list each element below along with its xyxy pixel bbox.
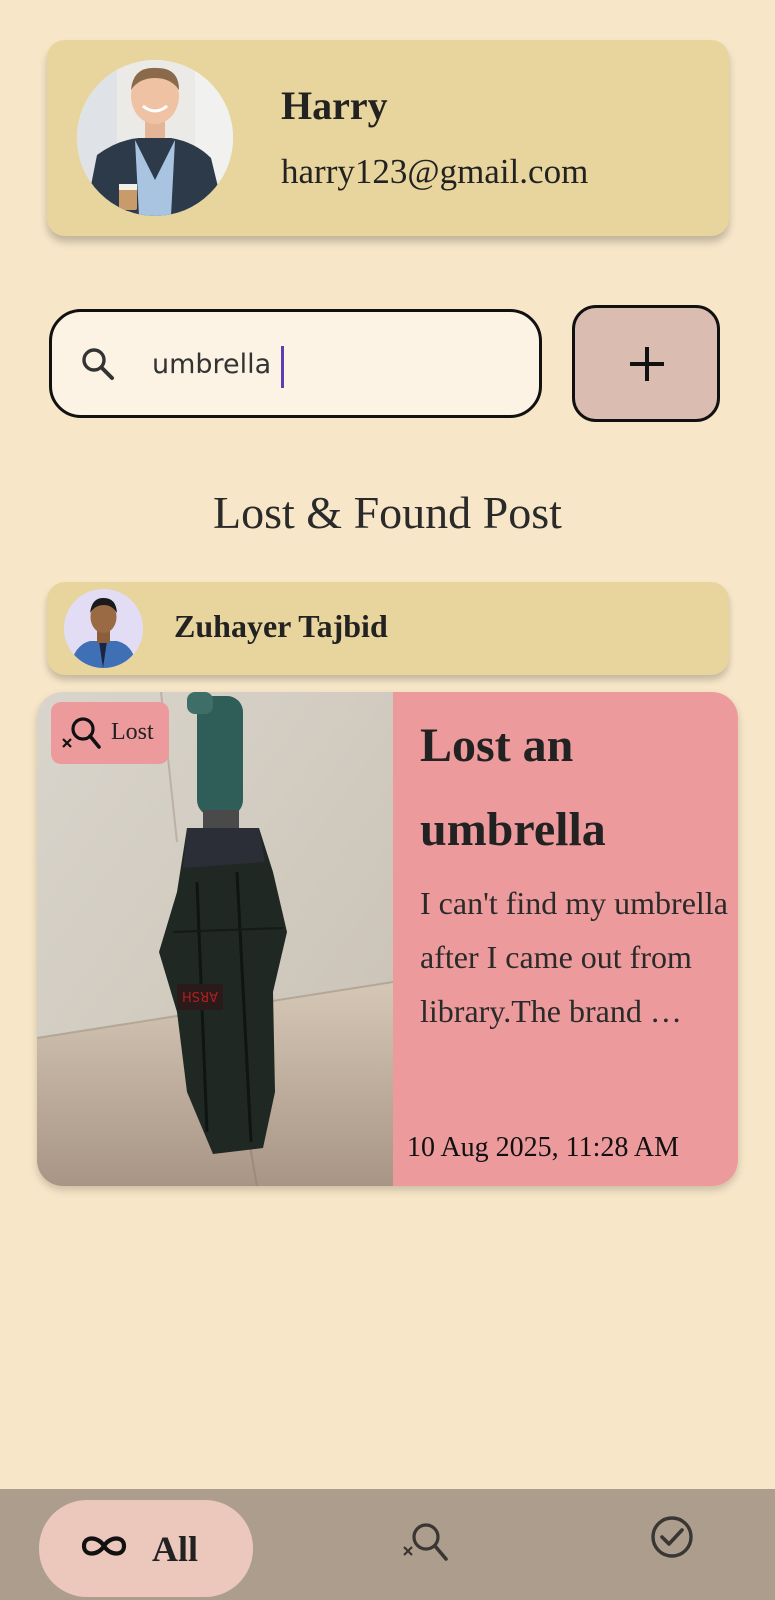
post-body: Lost an umbrella I can't find my umbrell…	[393, 692, 738, 1186]
search-box[interactable]	[49, 309, 542, 418]
post-title: Lost an umbrella	[420, 719, 606, 856]
nav-all-label: All	[152, 1529, 199, 1569]
search-input[interactable]	[152, 332, 512, 396]
post-description: I can't find my umbrella after I came ou…	[420, 885, 728, 1029]
lost-search-icon	[62, 717, 101, 749]
profile-card[interactable]: Harry harry123@gmail.com	[47, 40, 729, 236]
add-post-button[interactable]	[572, 305, 720, 422]
nav-all-tab[interactable]: All	[39, 1500, 253, 1597]
profile-name: Harry	[281, 83, 388, 128]
infinity-icon	[81, 1536, 127, 1556]
plus-icon	[630, 347, 664, 381]
umbrella-brand-label: ARSH	[182, 988, 218, 1003]
lost-badge-label: Lost	[111, 719, 154, 745]
section-title: Lost & Found Post	[213, 487, 562, 538]
nav-lost-tab-icon[interactable]	[400, 1517, 460, 1577]
nav-found-tab-icon[interactable]	[648, 1513, 696, 1561]
text-caret	[281, 346, 284, 388]
author-name: Zuhayer Tajbid	[174, 608, 388, 644]
post-card[interactable]: ARSH Lost Lost an umbrella I can't find …	[37, 692, 738, 1186]
post-author-card[interactable]: Zuhayer Tajbid	[47, 582, 729, 675]
search-icon	[82, 348, 114, 380]
app-screen: Harry harry123@gmail.com Lost & Found Po…	[0, 0, 775, 1600]
profile-avatar	[77, 60, 233, 216]
profile-email: harry123@gmail.com	[281, 152, 589, 191]
post-date: 10 Aug 2025, 11:28 AM	[407, 1132, 679, 1163]
bottom-nav: All	[0, 1489, 775, 1600]
lost-status-badge: Lost	[51, 702, 169, 764]
author-avatar	[64, 589, 143, 668]
post-image: ARSH Lost	[37, 692, 394, 1186]
